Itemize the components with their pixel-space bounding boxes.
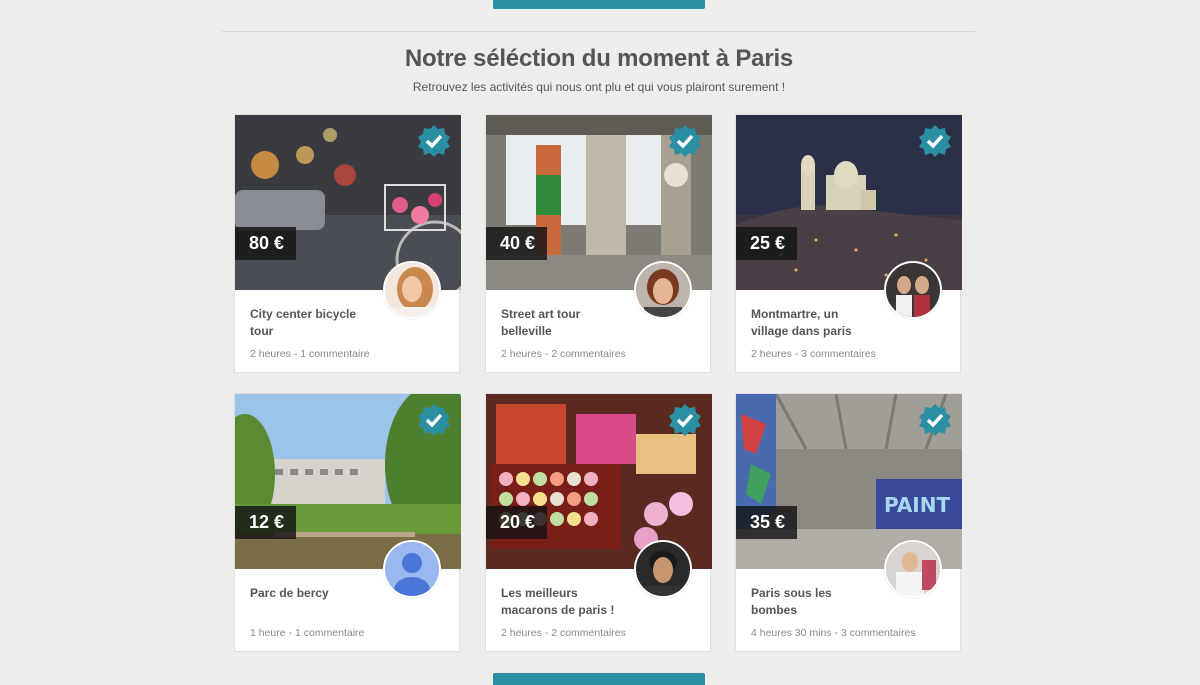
price-tag: 40 €: [486, 227, 548, 260]
card-title[interactable]: Montmartre, un village dans paris: [751, 306, 871, 340]
bottom-action-button[interactable]: [493, 673, 705, 685]
host-avatar[interactable]: [383, 540, 441, 598]
activity-card-montmartre[interactable]: 25 € Montmartre, un village dans paris 2…: [735, 114, 962, 373]
top-action-button[interactable]: [493, 0, 705, 9]
section-subtitle: Retrouvez les activités qui nous ont plu…: [412, 80, 786, 94]
card-meta: 2 heures - 1 commentaire: [250, 348, 370, 360]
card-meta: 1 heure - 1 commentaire: [250, 627, 365, 639]
verified-check-icon: [919, 404, 951, 436]
svg-text:PAINT: PAINT: [884, 493, 950, 517]
card-meta: 4 heures 30 mins - 3 commentaires: [751, 627, 916, 639]
host-avatar[interactable]: [884, 261, 942, 319]
card-meta: 2 heures - 2 commentaires: [501, 348, 626, 360]
card-title[interactable]: City center bicycle tour: [250, 306, 370, 340]
activity-card-bicycle[interactable]: 80 € City center bicycle tour 2 heures -…: [234, 114, 461, 373]
activity-card-graffiti[interactable]: PAINT 35 € Paris sous les bombes 4 heure…: [735, 393, 962, 652]
price-tag: 80 €: [235, 227, 297, 260]
host-avatar[interactable]: [634, 261, 692, 319]
card-title[interactable]: Street art tour belleville: [501, 306, 621, 340]
card-meta: 2 heures - 2 commentaires: [501, 627, 626, 639]
verified-check-icon: [669, 404, 701, 436]
price-tag: 35 €: [736, 506, 798, 539]
price-tag: 20 €: [486, 506, 548, 539]
host-avatar[interactable]: [634, 540, 692, 598]
activity-card-street-art[interactable]: 40 € Street art tour belleville 2 heures…: [485, 114, 712, 373]
verified-check-icon: [418, 125, 450, 157]
price-tag: 25 €: [736, 227, 798, 260]
activity-card-bercy[interactable]: 12 € Parc de bercy 1 heure - 1 commentai…: [234, 393, 461, 652]
section-divider: [222, 31, 975, 32]
card-title[interactable]: Parc de bercy: [250, 585, 370, 602]
verified-check-icon: [418, 404, 450, 436]
price-tag: 12 €: [235, 506, 297, 539]
section-title: Notre séléction du moment à Paris: [404, 45, 794, 72]
activity-card-macarons[interactable]: 20 € Les meilleurs macarons de paris ! 2…: [485, 393, 712, 652]
host-avatar[interactable]: [383, 261, 441, 319]
verified-check-icon: [669, 125, 701, 157]
card-title[interactable]: Paris sous les bombes: [751, 585, 871, 619]
host-avatar[interactable]: [884, 540, 942, 598]
card-title[interactable]: Les meilleurs macarons de paris !: [501, 585, 621, 619]
card-meta: 2 heures - 3 commentaires: [751, 348, 876, 360]
verified-check-icon: [919, 125, 951, 157]
